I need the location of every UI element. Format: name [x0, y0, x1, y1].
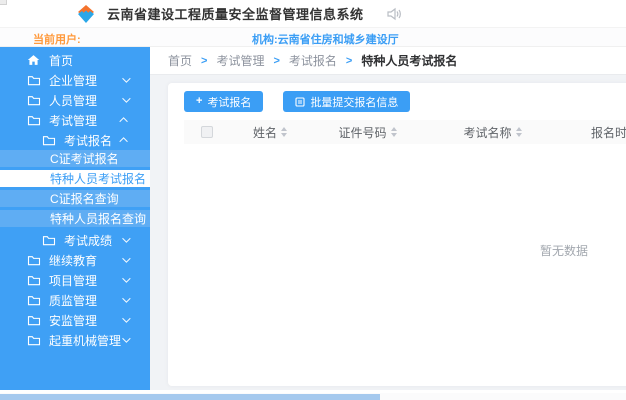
app-header: 云南省建设工程质量安全监督管理信息系统 [0, 0, 626, 28]
corner-artifact [0, 0, 7, 5]
sidebar: 首页企业管理人员管理考试管理考试报名C证考试报名特种人员考试报名 C证报名查询特种… [0, 47, 150, 390]
page-scrollbar-thumb[interactable] [0, 394, 380, 400]
sidebar-item-1[interactable]: 企业管理 [0, 70, 150, 90]
chevron-down-icon [122, 234, 130, 242]
chevron-down-icon [122, 74, 130, 82]
column-header-label: 姓名 [253, 124, 277, 141]
breadcrumb-separator: > [346, 55, 352, 67]
sidebar-item-label: 企业管理 [49, 72, 97, 89]
sidebar-item-label: 首页 [49, 52, 73, 69]
sidebar-item-label: 特种人员报名查询 [50, 210, 146, 227]
breadcrumb-item-1[interactable]: 考试管理 [216, 52, 264, 69]
home-icon [27, 54, 41, 67]
app-logo-icon [74, 3, 98, 25]
table-header-row: 姓名 证件号码 考试名称 报名时间 [184, 120, 626, 144]
chevron-down-icon [122, 254, 130, 262]
sidebar-item-7[interactable]: C证报名查询 [0, 190, 150, 207]
folder-icon [42, 234, 56, 247]
sort-icon[interactable] [281, 127, 287, 137]
exam-register-label: 考试报名 [207, 94, 251, 110]
chevron-down-icon [122, 334, 130, 342]
folder-icon [27, 314, 41, 327]
sidebar-item-label: 质监管理 [49, 292, 97, 309]
folder-icon [27, 254, 41, 267]
folder-icon [27, 74, 41, 87]
folder-icon [27, 334, 41, 347]
speaker-icon[interactable] [386, 7, 402, 21]
org-label: 机构:云南省住房和城乡建设厅 [252, 31, 399, 47]
sidebar-item-5[interactable]: C证考试报名 [0, 150, 150, 167]
folder-icon [27, 294, 41, 307]
column-header-label: 考试名称 [463, 124, 511, 141]
sidebar-item-14[interactable]: 起重机械管理 [0, 330, 150, 350]
sidebar-item-12[interactable]: 质监管理 [0, 290, 150, 310]
sidebar-item-0[interactable]: 首页 [0, 50, 150, 70]
batch-submit-icon [295, 97, 305, 107]
column-header-0[interactable]: 姓名 [230, 124, 310, 141]
column-header-3[interactable]: 报名时间 [560, 124, 626, 141]
sidebar-item-label: 继续教育 [49, 252, 97, 269]
chevron-up-icon [119, 137, 127, 145]
breadcrumb-separator: > [273, 55, 279, 67]
sidebar-item-13[interactable]: 安监管理 [0, 310, 150, 330]
breadcrumb-separator: > [201, 55, 207, 67]
sidebar-item-2[interactable]: 人员管理 [0, 90, 150, 110]
column-header-label: 证件号码 [338, 124, 386, 141]
folder-icon [42, 134, 56, 147]
column-header-2[interactable]: 考试名称 [425, 124, 560, 141]
sidebar-item-label: 项目管理 [49, 272, 97, 289]
content-card: + 考试报名 批量提交报名信息 [168, 83, 626, 386]
sidebar-item-4[interactable]: 考试报名 [0, 130, 150, 150]
breadcrumb-item-0[interactable]: 首页 [168, 52, 192, 69]
select-all-checkbox[interactable] [201, 126, 213, 138]
select-all-cell [184, 126, 230, 138]
current-user-label: 当前用户: [33, 31, 81, 47]
sidebar-item-8[interactable]: 特种人员报名查询 [0, 210, 150, 227]
empty-state: 暂无数据 [184, 242, 626, 259]
chevron-up-icon [119, 117, 127, 125]
app-window: 云南省建设工程质量安全监督管理信息系统 当前用户: 机构:云南省住房和城乡建设厅… [0, 0, 626, 400]
sidebar-item-3[interactable]: 考试管理 [0, 110, 150, 130]
folder-icon [27, 114, 41, 127]
folder-icon [27, 94, 41, 107]
chevron-down-icon [122, 294, 130, 302]
app-title: 云南省建设工程质量安全监督管理信息系统 [107, 4, 364, 23]
user-bar: 当前用户: 机构:云南省住房和城乡建设厅 [0, 28, 626, 47]
sidebar-item-11[interactable]: 项目管理 [0, 270, 150, 290]
sidebar-item-label: 考试管理 [49, 112, 97, 129]
main-content: 首页 > 考试管理 > 考试报名 > 特种人员考试报名 + 考试报名 [150, 47, 626, 390]
plus-icon: + [196, 96, 202, 107]
column-header-label: 报名时间 [591, 124, 626, 141]
chevron-down-icon [122, 94, 130, 102]
batch-submit-button[interactable]: 批量提交报名信息 [283, 91, 410, 112]
sidebar-item-10[interactable]: 继续教育 [0, 250, 150, 270]
page-horizontal-scrollbar[interactable] [0, 393, 626, 400]
breadcrumb: 首页 > 考试管理 > 考试报名 > 特种人员考试报名 [150, 47, 626, 75]
batch-submit-label: 批量提交报名信息 [310, 94, 398, 110]
sort-icon[interactable] [516, 127, 522, 137]
sidebar-item-label: 考试报名 [64, 132, 112, 149]
toolbar: + 考试报名 批量提交报名信息 [184, 91, 626, 112]
sidebar-item-label: 特种人员考试报名 [50, 170, 146, 187]
folder-icon [27, 274, 41, 287]
sort-icon[interactable] [391, 127, 397, 137]
sidebar-item-label: C证报名查询 [50, 190, 119, 207]
sidebar-item-6-active[interactable]: 特种人员考试报名 [0, 170, 150, 187]
sidebar-item-label: 安监管理 [49, 312, 97, 329]
sidebar-item-label: 人员管理 [49, 92, 97, 109]
exam-register-button[interactable]: + 考试报名 [184, 91, 263, 112]
sidebar-item-label: 考试成绩 [64, 232, 112, 249]
breadcrumb-item-3: 特种人员考试报名 [361, 52, 457, 69]
breadcrumb-item-2[interactable]: 考试报名 [289, 52, 337, 69]
column-header-1[interactable]: 证件号码 [310, 124, 425, 141]
sidebar-item-label: C证考试报名 [50, 150, 119, 167]
chevron-down-icon [122, 314, 130, 322]
chevron-down-icon [122, 274, 130, 282]
sidebar-item-label: 起重机械管理 [49, 332, 121, 349]
sidebar-item-9[interactable]: 考试成绩 [0, 230, 150, 250]
